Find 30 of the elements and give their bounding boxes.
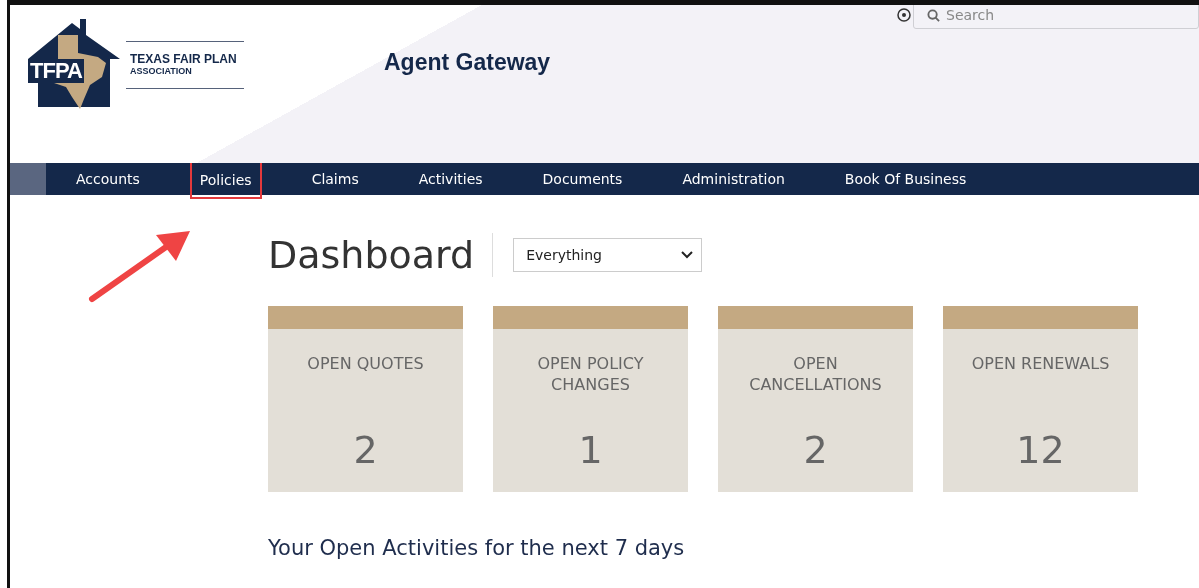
stat-count: 2 bbox=[353, 428, 378, 472]
stat-card[interactable]: OPEN RENEWALS 12 bbox=[943, 306, 1138, 492]
stat-count: 1 bbox=[578, 428, 603, 472]
stat-card[interactable]: OPEN CANCELLATIONS 2 bbox=[718, 306, 913, 492]
help-icon[interactable] bbox=[897, 8, 911, 22]
app-title: Agent Gateway bbox=[384, 49, 551, 76]
stat-label: OPEN QUOTES bbox=[306, 353, 425, 374]
nav-link[interactable]: Accounts bbox=[66, 163, 150, 195]
stat-count: 12 bbox=[1016, 428, 1065, 472]
search-field[interactable]: Search bbox=[913, 5, 1199, 29]
stat-label: OPEN POLICY CHANGES bbox=[536, 353, 645, 395]
nav-link[interactable]: Policies bbox=[189, 161, 262, 199]
stat-card[interactable]: OPEN QUOTES 2 bbox=[268, 306, 463, 492]
nav-link[interactable]: Activities bbox=[408, 163, 493, 195]
logo-text: TFPA bbox=[28, 59, 84, 83]
stat-card[interactable]: OPEN POLICY CHANGES 1 bbox=[493, 306, 688, 492]
page-title: Dashboard bbox=[268, 233, 494, 277]
stat-count: 2 bbox=[803, 428, 828, 472]
organization-name-subline: ASSOCIATION bbox=[130, 66, 193, 76]
nav-link[interactable]: Book Of Business bbox=[834, 163, 977, 195]
stat-label: OPEN RENEWALS bbox=[970, 353, 1111, 374]
nav-link[interactable]: Administration bbox=[672, 163, 795, 195]
nav-link[interactable]: Documents bbox=[532, 163, 633, 195]
stat-label: OPEN CANCELLATIONS bbox=[748, 353, 883, 395]
nav-link[interactable]: Claims bbox=[301, 163, 369, 195]
section-heading: Your Open Activities for the next 7 days bbox=[268, 536, 686, 560]
chevron-down-icon bbox=[681, 251, 694, 259]
filter-dropdown[interactable]: Everything bbox=[513, 238, 703, 272]
organization-name: TEXAS FAIR PLAN bbox=[130, 52, 238, 66]
search-icon bbox=[927, 9, 940, 22]
